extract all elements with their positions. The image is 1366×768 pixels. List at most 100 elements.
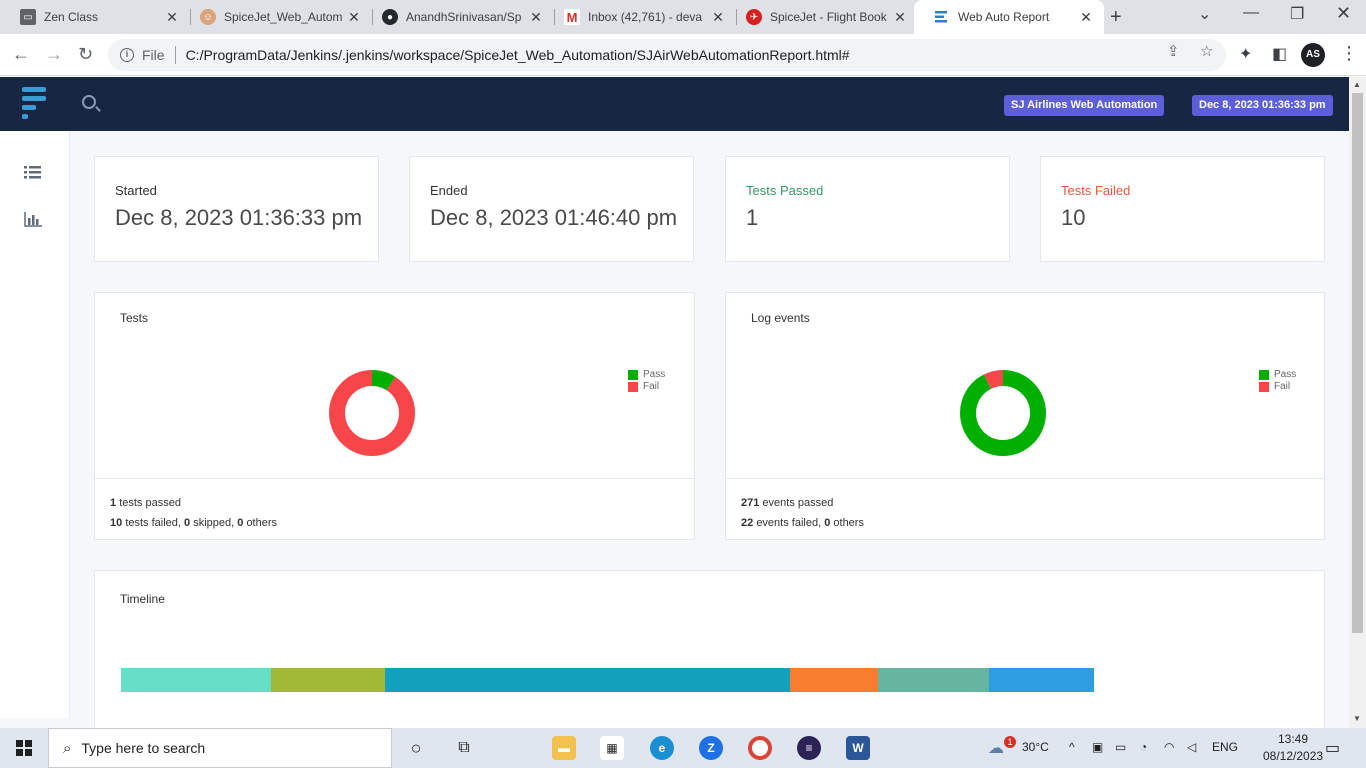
url-text[interactable]: C:/ProgramData/Jenkins/.jenkins/workspac… (186, 47, 850, 63)
close-icon[interactable]: ✕ (1078, 9, 1094, 26)
ended-value: Dec 8, 2023 01:46:40 pm (430, 205, 678, 230)
tab-spicejet[interactable]: ✈ SpiceJet - Flight Book ✕ (726, 0, 918, 34)
back-arrow-icon[interactable]: ← (12, 44, 30, 65)
zen-icon: ▭ (20, 9, 36, 25)
tab-github[interactable]: ● AnandhSrinivasan/Sp ✕ (362, 0, 554, 34)
tab-gmail[interactable]: M Inbox (42,761) - deva ✕ (544, 0, 736, 34)
forward-arrow-icon[interactable]: → (45, 44, 63, 65)
tab-zen-class[interactable]: ▭ Zen Class ✕ (0, 0, 190, 34)
close-icon[interactable]: ✕ (528, 9, 544, 26)
page-scrollbar[interactable]: ▲ ▼ (1349, 77, 1366, 728)
gmail-icon: M (564, 9, 580, 25)
tests-donut-chart (329, 370, 415, 456)
extensions-puzzle-icon[interactable]: ✦ (1239, 44, 1252, 64)
tests-summary: 1 tests passed 10 tests failed, 0 skippe… (95, 478, 694, 539)
microsoft-store-icon[interactable]: ▦ (600, 736, 624, 760)
bookmark-star-icon[interactable]: ☆ (1200, 42, 1213, 60)
eclipse-icon[interactable]: ≡ (797, 736, 821, 760)
search-icon: ⌕ (63, 739, 72, 757)
timeline-segment[interactable] (385, 668, 790, 692)
scheme-label: File (142, 47, 165, 63)
log-events-legend: Pass Fail (1259, 369, 1296, 393)
file-explorer-icon[interactable]: ▬ (552, 736, 576, 760)
legend-pass-label: Pass (1274, 369, 1297, 380)
extent-logo-icon (22, 87, 50, 119)
timeline-segment[interactable] (121, 668, 272, 692)
events-passed-text: events passed (762, 497, 834, 509)
scroll-up-icon[interactable]: ▲ (1353, 80, 1361, 89)
events-passed-count: 271 (741, 497, 760, 509)
search-icon[interactable] (82, 95, 96, 109)
minimize-icon[interactable]: — (1243, 4, 1259, 22)
network-icon[interactable]: ◔ (1140, 740, 1147, 754)
battery-icon[interactable]: ▭ (1115, 740, 1126, 754)
task-view-icon[interactable]: ⧉ (452, 736, 476, 760)
info-icon[interactable]: i (120, 48, 134, 62)
timeline-segment[interactable] (988, 668, 1095, 692)
clock[interactable]: 13:49 08/12/2023 (1263, 732, 1323, 763)
donut-slice-pass[interactable] (960, 370, 1046, 456)
others-text: others (246, 517, 278, 529)
word-icon[interactable]: W (846, 736, 870, 760)
restore-icon[interactable]: ❐ (1290, 4, 1304, 24)
events-others-text: others (833, 517, 864, 529)
close-icon[interactable]: ✕ (346, 9, 362, 26)
tab-web-auto-report[interactable]: Web Auto Report ✕ (914, 0, 1104, 34)
spicejet-icon: ✈ (746, 9, 762, 25)
events-others-count: 0 (824, 517, 831, 529)
ended-card: Ended Dec 8, 2023 01:46:40 pm (409, 156, 694, 262)
new-tab-icon[interactable]: + (1110, 6, 1122, 29)
tab-title: SpiceJet - Flight Book (770, 10, 887, 24)
profile-avatar[interactable]: AS (1301, 43, 1325, 67)
notifications-icon[interactable]: ▭ (1325, 738, 1340, 758)
scroll-down-icon[interactable]: ▼ (1353, 714, 1361, 723)
language-indicator[interactable]: ENG (1212, 740, 1238, 754)
timeline-segment[interactable] (877, 668, 989, 692)
zoom-icon[interactable]: Z (699, 736, 723, 760)
cortana-icon[interactable]: ○ (404, 736, 428, 760)
windows-start-icon[interactable] (16, 740, 32, 756)
close-icon[interactable]: ✕ (710, 9, 726, 26)
share-icon[interactable]: ⇪ (1167, 42, 1180, 60)
started-card: Started Dec 8, 2023 01:36:33 pm (94, 156, 379, 262)
timeline-segment[interactable] (789, 668, 878, 692)
log-events-donut-chart (960, 370, 1046, 456)
taskbar-search-box[interactable]: ⌕ Type here to search (48, 728, 392, 768)
tab-jenkins[interactable]: ☺ SpiceJet_Web_Autom ✕ (180, 0, 372, 34)
close-icon[interactable]: ✕ (892, 9, 908, 26)
skipped-count: 0 (184, 517, 191, 529)
test-list-icon[interactable] (24, 165, 41, 185)
events-failed-line: 22 events failed, 0 others (741, 513, 1309, 533)
chrome-icon[interactable] (748, 736, 772, 760)
tests-passed-value: 1 (746, 205, 759, 230)
windows-taskbar: ⌕ Type here to search ○ ⧉ ▬ ▦ e Z ≡ W ☁ … (0, 728, 1366, 768)
taskbar-search-placeholder: Type here to search (81, 740, 206, 756)
reload-icon[interactable]: ↻ (78, 44, 93, 65)
tray-chevron-up-icon[interactable]: ^ (1069, 740, 1075, 754)
edge-icon[interactable]: e (650, 736, 674, 760)
wifi-icon[interactable]: ◠ (1164, 740, 1174, 754)
legend-item-pass: Pass (628, 369, 665, 381)
dashboard-chart-icon[interactable] (24, 212, 42, 232)
weather-cloud-icon[interactable]: ☁ (988, 738, 1004, 758)
weather-temperature[interactable]: 30°C (1022, 740, 1049, 754)
tab-title: Inbox (42,761) - deva (588, 10, 703, 24)
window-close-icon[interactable]: ✕ (1336, 3, 1351, 24)
fail-swatch (1259, 382, 1269, 392)
timeline-segment[interactable] (271, 668, 386, 692)
github-icon: ● (382, 9, 398, 25)
side-panel-icon[interactable]: ◧ (1272, 44, 1287, 64)
address-bar[interactable]: i File C:/ProgramData/Jenkins/.jenkins/w… (108, 39, 1226, 71)
tab-search-chevron-icon[interactable]: ⌄ (1198, 4, 1211, 24)
meet-now-icon[interactable]: ▣ (1092, 740, 1103, 754)
fail-swatch (628, 382, 638, 392)
scrollbar-thumb[interactable] (1352, 93, 1363, 633)
tab-title: AnandhSrinivasan/Sp (406, 10, 522, 24)
donut-slice-fail[interactable] (329, 370, 415, 456)
skipped-text: skipped, (193, 517, 235, 529)
menu-kebab-icon[interactable]: ⋮ (1340, 43, 1358, 64)
close-icon[interactable]: ✕ (164, 9, 180, 26)
volume-icon[interactable]: ◁ (1187, 740, 1196, 754)
report-icon (934, 9, 950, 25)
tests-chart-card: Tests Pass Fail 1 tests passed 10 tests … (94, 292, 695, 540)
